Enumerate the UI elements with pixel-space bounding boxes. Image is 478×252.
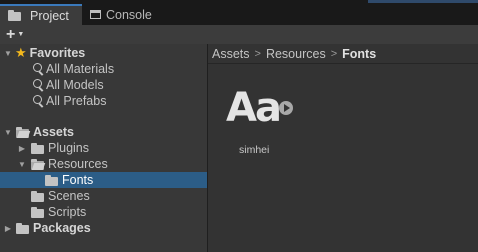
tree-item-scripts[interactable]: Scripts [0, 204, 207, 220]
tree-item-all-materials[interactable]: All Materials [0, 61, 207, 77]
window-edge [368, 0, 478, 3]
breadcrumb-item-fonts[interactable]: Fonts [342, 47, 376, 61]
tree-item-scenes[interactable]: Scenes [0, 188, 207, 204]
collapse-arrow-icon[interactable]: ▶ [17, 144, 27, 153]
tab-bar: Project Console [0, 0, 478, 25]
expand-arrow-icon[interactable]: ▼ [17, 160, 27, 169]
tab-project[interactable]: Project [0, 4, 82, 25]
tree-item-label: Scripts [48, 205, 87, 219]
tree-item-all-prefabs[interactable]: All Prefabs [0, 93, 207, 109]
chevron-down-icon: ▼ [17, 31, 25, 38]
folder-open-icon [31, 158, 44, 170]
tree-item-label: Plugins [48, 141, 89, 155]
star-icon: ★ [15, 45, 27, 60]
create-button[interactable]: + ▼ [6, 25, 24, 44]
folder-icon [8, 10, 21, 21]
collapse-arrow-icon[interactable]: ▶ [3, 224, 13, 233]
tab-console-label: Console [106, 7, 152, 22]
project-toolbar: + ▼ [0, 25, 478, 45]
project-tree: ▼ ★ Favorites All Materials All Models A… [0, 44, 207, 252]
tree-item-label: All Materials [46, 62, 115, 76]
tree-item-fonts[interactable]: Fonts [0, 172, 207, 188]
folder-icon [31, 142, 44, 154]
tree-item-plugins[interactable]: ▶ Plugins [0, 140, 207, 156]
search-icon [33, 95, 42, 104]
search-icon [33, 79, 42, 88]
expand-arrow-icon[interactable]: ▼ [3, 128, 13, 137]
folder-open-icon [16, 126, 29, 138]
tree-item-all-models[interactable]: All Models [0, 77, 207, 93]
play-icon[interactable] [279, 101, 293, 115]
breadcrumb-item-assets[interactable]: Assets [212, 47, 250, 61]
tree-item-packages[interactable]: ▶ Packages [0, 220, 207, 236]
folder-icon [16, 222, 29, 234]
tree-item-label: Fonts [62, 173, 94, 187]
console-icon [90, 10, 101, 19]
asset-browser: Assets > Resources > Fonts Aa simhei [208, 44, 478, 252]
search-icon [33, 63, 42, 72]
tab-project-label: Project [30, 8, 69, 23]
expand-arrow-icon[interactable]: ▼ [3, 49, 13, 58]
tree-item-assets[interactable]: ▼ Assets [0, 124, 207, 140]
tree-item-label: Packages [33, 221, 91, 235]
tree-item-label: Resources [48, 157, 108, 171]
font-asset-icon: Aa [226, 85, 282, 131]
folder-icon [31, 206, 44, 218]
tree-item-favorites[interactable]: ▼ ★ Favorites [0, 45, 207, 61]
plus-icon: + [6, 25, 16, 43]
folder-icon [45, 174, 58, 186]
tree-item-label: Favorites [29, 46, 86, 60]
tab-console[interactable]: Console [82, 4, 168, 25]
breadcrumb-separator: > [254, 47, 261, 60]
tree-item-label: All Models [46, 78, 104, 92]
breadcrumb-separator: > [330, 47, 338, 60]
breadcrumb: Assets > Resources > Fonts [208, 44, 478, 64]
tree-item-label: Scenes [48, 189, 90, 203]
tree-item-resources[interactable]: ▼ Resources [0, 156, 207, 172]
tree-item-label: Assets [33, 125, 74, 139]
breadcrumb-item-resources[interactable]: Resources [266, 47, 326, 61]
tree-item-label: All Prefabs [46, 94, 107, 108]
asset-label: simhei [239, 144, 270, 156]
folder-icon [31, 190, 44, 202]
